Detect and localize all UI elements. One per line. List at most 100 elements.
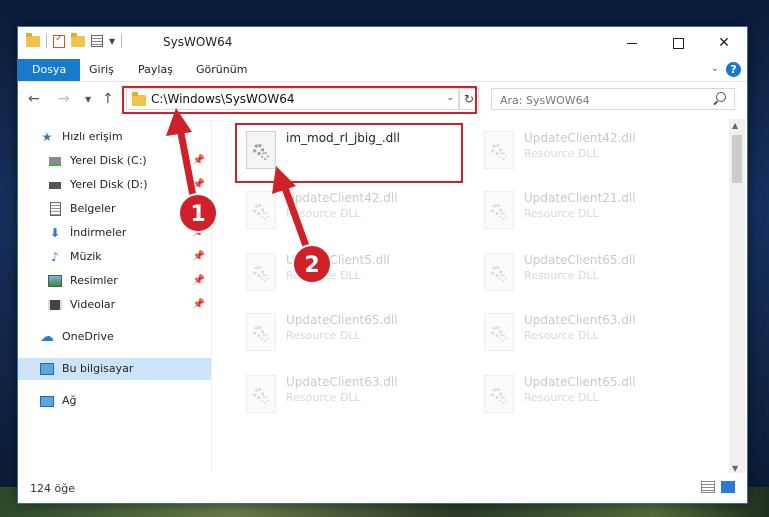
tab-file[interactable]: Dosya <box>18 59 81 81</box>
search-box[interactable] <box>491 88 735 110</box>
forward-arrow-icon[interactable]: → <box>58 91 70 107</box>
step-badge-1: 1 <box>178 193 218 233</box>
sidebar-item-local-disk-d[interactable]: Yerel Disk (D:) 📌 <box>18 174 211 196</box>
maximize-button[interactable] <box>655 27 701 59</box>
file-item[interactable]: UpdateClient63.dll Resource DLL <box>476 307 706 361</box>
dll-file-icon <box>484 191 514 229</box>
dll-file-icon <box>246 313 276 351</box>
network-icon <box>40 394 54 408</box>
sidebar-item-label: Hızlı erişim <box>62 130 123 143</box>
ribbon-tabs: Dosya Giriş Paylaş Görünüm ⌄ ? <box>18 59 747 82</box>
sidebar-item-label: Yerel Disk (D:) <box>70 178 148 191</box>
sidebar-item-label: Bu bilgisayar <box>62 362 134 375</box>
file-item[interactable]: UpdateClient21.dll Resource DLL <box>476 185 706 239</box>
file-type: Resource DLL <box>286 329 361 342</box>
back-arrow-icon[interactable]: ← <box>28 91 40 107</box>
sidebar-item-local-disk-c[interactable]: Yerel Disk (C:) 📌 <box>18 150 211 172</box>
pictures-icon <box>48 274 62 288</box>
item-count: 124 öğe <box>30 482 75 495</box>
file-name: UpdateClient63.dll <box>286 375 398 389</box>
pin-icon[interactable]: 📌 <box>193 246 205 268</box>
pin-icon[interactable]: 📌 <box>193 270 205 292</box>
file-type: Resource DLL <box>524 391 599 404</box>
file-type: Resource DLL <box>286 207 361 220</box>
sidebar-item-onedrive[interactable]: ☁ OneDrive <box>18 326 211 348</box>
dll-file-icon <box>484 375 514 413</box>
title-bar: ▼ SysWOW64 ✕ <box>18 27 747 59</box>
sidebar-item-quick-access[interactable]: ★ Hızlı erişim <box>18 126 211 148</box>
sidebar-item-music[interactable]: ♪ Müzik 📌 <box>18 246 211 268</box>
maximize-icon <box>672 37 684 49</box>
help-icon[interactable]: ? <box>726 62 741 77</box>
dll-file-icon <box>246 375 276 413</box>
file-item[interactable]: UpdateClient42.dll Resource DLL <box>238 185 468 239</box>
search-input[interactable] <box>498 91 702 109</box>
file-type: Resource DLL <box>524 207 599 220</box>
sidebar-item-label: Yerel Disk (C:) <box>70 154 147 167</box>
status-bar: 124 öğe <box>18 473 747 503</box>
pin-icon[interactable]: 📌 <box>193 150 205 172</box>
close-button[interactable]: ✕ <box>701 27 747 59</box>
sidebar-item-network[interactable]: Ağ <box>18 390 211 412</box>
file-type: Resource DLL <box>524 269 599 282</box>
tab-home[interactable]: Giriş <box>89 59 114 81</box>
details-view-icon[interactable] <box>701 481 715 493</box>
file-item[interactable]: UpdateClient65.dll Resource DLL <box>476 369 706 423</box>
minimize-icon <box>627 42 637 44</box>
sidebar-item-label: Müzik <box>70 250 102 263</box>
sidebar-item-videos[interactable]: Videolar 📌 <box>18 294 211 316</box>
scroll-up-icon[interactable]: ▲ <box>732 121 738 130</box>
expand-ribbon-icon[interactable]: ⌄ <box>711 63 719 74</box>
folder-icon[interactable] <box>26 32 40 47</box>
quick-access-toolbar: ▼ <box>26 32 123 48</box>
new-folder-icon[interactable] <box>71 32 85 47</box>
file-item[interactable]: UpdateClient63.dll Resource DLL <box>238 369 468 423</box>
file-name: UpdateClient65.dll <box>286 313 398 327</box>
file-item[interactable]: UpdateClient42.dll Resource DLL <box>476 125 706 179</box>
document-icon <box>48 202 62 216</box>
properties-icon[interactable] <box>91 35 103 47</box>
file-name: UpdateClient65.dll <box>524 253 636 267</box>
dll-file-icon <box>484 131 514 169</box>
close-icon: ✕ <box>718 35 730 51</box>
file-name: UpdateClient21.dll <box>524 191 636 205</box>
minimize-button[interactable] <box>609 27 655 59</box>
search-icon[interactable] <box>716 92 726 102</box>
dll-file-icon <box>246 191 276 229</box>
music-icon: ♪ <box>51 250 59 264</box>
sidebar-item-label: İndirmeler <box>70 226 127 239</box>
file-type: Resource DLL <box>286 391 361 404</box>
sidebar-item-this-pc[interactable]: Bu bilgisayar <box>18 358 211 380</box>
tab-share[interactable]: Paylaş <box>138 59 173 81</box>
address-highlight-box <box>122 86 477 114</box>
large-icons-view-icon[interactable] <box>721 481 735 493</box>
dll-file-icon <box>484 313 514 351</box>
up-arrow-icon[interactable]: ↑ <box>102 91 114 107</box>
sidebar-item-label: Belgeler <box>70 202 116 215</box>
pin-icon[interactable]: 📌 <box>193 294 205 316</box>
star-icon: ★ <box>41 130 53 144</box>
chevron-down-icon[interactable]: ▼ <box>109 37 115 46</box>
download-icon: ⬇ <box>49 226 61 240</box>
vertical-scrollbar[interactable]: ▲ ▼ <box>729 119 745 475</box>
sidebar-item-label: Videolar <box>70 298 116 311</box>
file-name: UpdateClient42.dll <box>524 131 636 145</box>
sidebar-item-label: Ağ <box>62 394 77 407</box>
step-badge-2: 2 <box>292 244 332 284</box>
properties-check-icon[interactable] <box>53 33 65 48</box>
file-name: UpdateClient42.dll <box>286 191 398 205</box>
file-name: UpdateClient63.dll <box>524 313 636 327</box>
dll-file-icon <box>484 253 514 291</box>
file-highlight-box <box>235 123 463 183</box>
tab-view[interactable]: Görünüm <box>196 59 247 81</box>
file-item[interactable]: UpdateClient5.dll Resource DLL <box>238 247 468 301</box>
sidebar-item-pictures[interactable]: Resimler 📌 <box>18 270 211 292</box>
videos-icon <box>48 298 62 312</box>
file-item[interactable]: UpdateClient65.dll Resource DLL <box>238 307 468 361</box>
scroll-down-icon[interactable]: ▼ <box>732 464 738 473</box>
file-item[interactable]: UpdateClient65.dll Resource DLL <box>476 247 706 301</box>
file-name: UpdateClient65.dll <box>524 375 636 389</box>
scrollbar-thumb[interactable] <box>732 135 742 183</box>
recent-locations-chevron-icon[interactable]: ▼ <box>85 95 91 104</box>
drive-icon <box>48 154 62 168</box>
